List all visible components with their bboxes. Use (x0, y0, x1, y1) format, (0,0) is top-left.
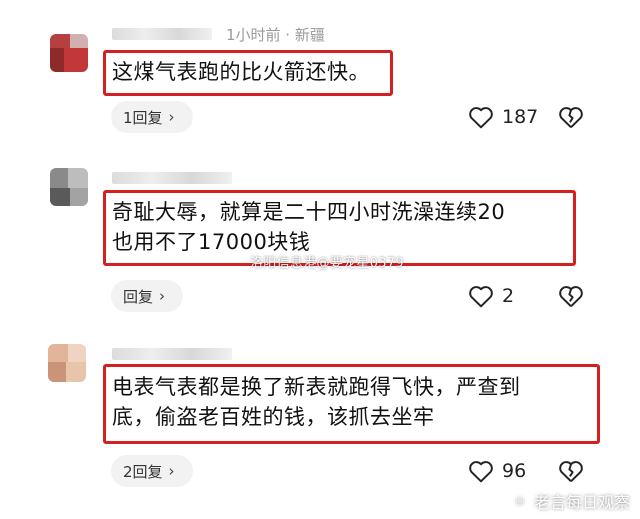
reply-button[interactable]: 2回复 › (111, 455, 193, 487)
like-count: 187 (502, 106, 539, 128)
brand-watermark: ◎ 老言每日观察 (510, 489, 630, 513)
dislike-button[interactable] (558, 105, 584, 133)
like-button[interactable]: 96 (468, 459, 526, 483)
comment-meta: 1小时前 · 新疆 (226, 26, 325, 44)
comment-text-line: 底，偷盗老百姓的钱，该抓去坐牢 (112, 405, 435, 429)
broken-heart-icon (559, 461, 583, 482)
comment-text: 电表气表都是换了新表就跑得飞快，严查到 底，偷盗老百姓的钱，该抓去坐牢 (112, 372, 521, 432)
chevron-right-icon: › (168, 108, 175, 126)
reply-label: 1回复 (123, 108, 163, 127)
like-button[interactable]: 2 (468, 284, 514, 308)
brand-logo-icon: ◎ (510, 492, 529, 510)
username-blurred (112, 172, 232, 184)
avatar[interactable] (48, 344, 86, 382)
broken-heart-icon (559, 107, 583, 128)
like-count: 96 (502, 460, 527, 482)
comment-text-line: 这煤气表跑的比火箭还快。 (112, 60, 370, 84)
dislike-button[interactable] (558, 459, 584, 487)
heart-icon (469, 461, 493, 483)
comment-1: 1小时前 · 新疆 这煤气表跑的比火箭还快。 1回复 › 187 (0, 0, 640, 150)
username-blurred (112, 348, 232, 360)
reply-label: 2回复 (123, 462, 163, 481)
comment-text: 这煤气表跑的比火箭还快。 (112, 57, 370, 87)
chevron-right-icon: › (159, 287, 166, 305)
comment-text: 奇耻大辱，就算是二十四小时洗澡连续20 也用不了17000块钱 (112, 197, 505, 257)
like-count: 2 (502, 285, 515, 307)
reply-button[interactable]: 1回复 › (111, 101, 193, 133)
reply-button[interactable]: 回复 › (111, 280, 183, 312)
comment-text-line: 奇耻大辱，就算是二十四小时洗澡连续20 (112, 200, 506, 224)
like-button[interactable]: 187 (468, 105, 538, 129)
watermark: 洛阳信息港@要宠星0379 (250, 256, 404, 271)
heart-icon (469, 107, 493, 129)
reply-label: 回复 (123, 287, 154, 306)
broken-heart-icon (559, 286, 583, 307)
comment-2: 奇耻大辱，就算是二十四小时洗澡连续20 也用不了17000块钱 回复 › 2 (0, 150, 640, 320)
username-blurred (112, 28, 212, 40)
avatar[interactable] (50, 34, 88, 72)
avatar[interactable] (50, 168, 88, 206)
dislike-button[interactable] (558, 284, 584, 312)
brand-label: 老言每日观察 (533, 493, 630, 512)
chevron-right-icon: › (168, 462, 175, 480)
comment-text-line: 电表气表都是换了新表就跑得飞快，严查到 (112, 375, 521, 399)
heart-icon (469, 286, 493, 308)
